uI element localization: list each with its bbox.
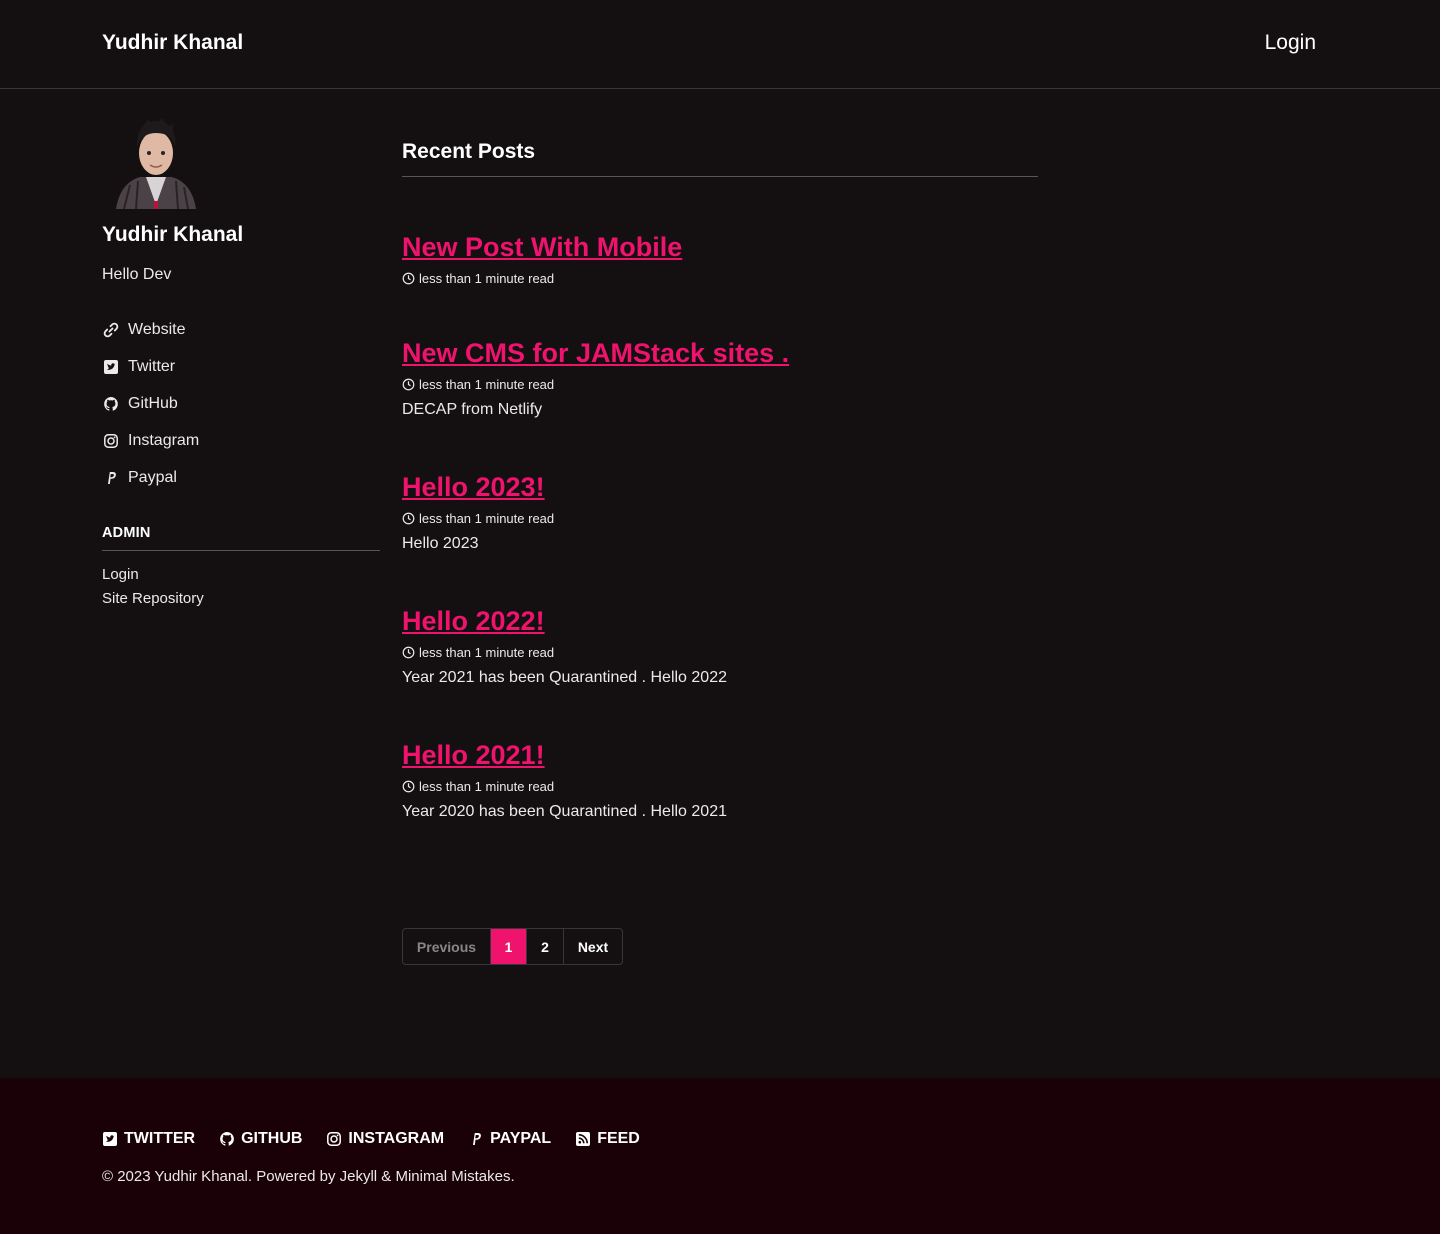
copyright-period: . <box>510 1168 515 1185</box>
clock-icon <box>402 272 415 285</box>
post-title-link[interactable]: Hello 2023! <box>402 472 545 503</box>
copyright: © 2023 Yudhir Khanal. Powered by Jekyll … <box>102 1168 515 1185</box>
post-meta: less than 1 minute read <box>402 511 1038 526</box>
post-item: Hello 2022! less than 1 minute read Year… <box>402 606 1038 687</box>
footer-link-label: Feed <box>597 1130 640 1147</box>
sidebar-nav-heading: ADMIN <box>102 525 380 551</box>
instagram-icon <box>327 1132 342 1146</box>
author-avatar <box>116 118 196 209</box>
post-item: New CMS for JAMStack sites . less than 1… <box>402 338 1038 419</box>
footer-link-instagram[interactable]: Instagram <box>326 1130 444 1148</box>
author-link-label: GitHub <box>128 394 178 412</box>
main-content: Recent Posts New Post With Mobile less t… <box>402 140 1038 821</box>
jekyll-link[interactable]: Jekyll <box>340 1168 378 1185</box>
clock-icon <box>402 780 415 793</box>
post-title-link[interactable]: Hello 2021! <box>402 740 545 771</box>
sidebar-nav-item-site-repository[interactable]: Site Repository <box>102 587 380 611</box>
read-time: less than 1 minute read <box>419 271 555 286</box>
pagination-page-1[interactable]: 1 <box>491 929 527 964</box>
author-bio: Hello Dev <box>102 266 172 283</box>
post-meta: less than 1 minute read <box>402 645 1038 660</box>
minimal-mistakes-link[interactable]: Minimal Mistakes <box>395 1168 510 1185</box>
author-name: Yudhir Khanal <box>102 223 244 246</box>
author-link-instagram[interactable]: Instagram <box>102 422 380 459</box>
footer-link-label: GitHub <box>241 1130 303 1147</box>
post-meta: less than 1 minute read <box>402 377 1038 392</box>
pagination-next[interactable]: Next <box>564 929 622 964</box>
read-time: less than 1 minute read <box>419 645 555 660</box>
instagram-icon <box>102 432 120 450</box>
paypal-icon <box>473 1133 482 1145</box>
sidebar-nav-list: Login Site Repository <box>102 563 380 611</box>
footer-link-label: Twitter <box>124 1130 196 1147</box>
author-link-label: Website <box>128 320 186 338</box>
read-time: less than 1 minute read <box>419 377 555 392</box>
clock-icon <box>402 378 415 391</box>
post-excerpt: Hello 2023 <box>402 535 479 552</box>
github-icon <box>102 395 120 413</box>
paypal-icon <box>102 469 120 487</box>
pagination-previous[interactable]: Previous <box>403 929 491 964</box>
masthead: Yudhir Khanal Login <box>0 0 1440 89</box>
post-title-link[interactable]: Hello 2022! <box>402 606 545 637</box>
twitter-square-icon <box>103 1132 117 1146</box>
footer-link-github[interactable]: GitHub <box>219 1130 302 1148</box>
author-link-twitter[interactable]: Twitter <box>102 348 380 385</box>
recent-posts-heading: Recent Posts <box>402 140 1038 177</box>
sidebar: Yudhir Khanal Hello Dev Website Twitter … <box>102 117 380 611</box>
footer-link-paypal[interactable]: Paypal <box>468 1130 551 1148</box>
post-meta: less than 1 minute read <box>402 779 1038 794</box>
post-meta: less than 1 minute read <box>402 271 1038 286</box>
post-excerpt: DECAP from Netlify <box>402 401 543 418</box>
link-icon <box>102 321 120 339</box>
site-title-link[interactable]: Yudhir Khanal <box>102 31 243 55</box>
post-item: Hello 2021! less than 1 minute read Year… <box>402 740 1038 821</box>
page-footer: Twitter GitHub Instagram Paypal Feed © 2… <box>0 1078 1440 1234</box>
author-links: Website Twitter GitHub Instagram Paypal <box>102 311 380 496</box>
author-link-github[interactable]: GitHub <box>102 385 380 422</box>
author-link-label: Paypal <box>128 468 177 486</box>
rss-icon <box>576 1132 591 1146</box>
footer-links: Twitter GitHub Instagram Paypal Feed <box>102 1130 664 1148</box>
post-item: Hello 2023! less than 1 minute read Hell… <box>402 472 1038 553</box>
author-link-label: Twitter <box>128 357 176 375</box>
copyright-text: © 2023 Yudhir Khanal. Powered by <box>102 1168 340 1185</box>
copyright-amp: & <box>377 1168 396 1185</box>
footer-link-label: Instagram <box>348 1130 445 1147</box>
author-link-label: Instagram <box>128 431 200 449</box>
github-icon <box>220 1132 234 1146</box>
read-time: less than 1 minute read <box>419 779 555 794</box>
author-link-paypal[interactable]: Paypal <box>102 459 380 496</box>
clock-icon <box>402 646 415 659</box>
post-item: New Post With Mobile less than 1 minute … <box>402 232 1038 286</box>
post-excerpt: Year 2021 has been Quarantined . Hello 2… <box>402 669 727 686</box>
footer-link-twitter[interactable]: Twitter <box>102 1130 195 1148</box>
footer-link-feed[interactable]: Feed <box>575 1130 640 1148</box>
clock-icon <box>402 512 415 525</box>
pagination: Previous 1 2 Next <box>402 928 623 965</box>
post-title-link[interactable]: New Post With Mobile <box>402 232 682 263</box>
twitter-square-icon <box>102 358 120 376</box>
pagination-page-2[interactable]: 2 <box>527 929 564 964</box>
author-link-website[interactable]: Website <box>102 311 380 348</box>
footer-link-label: Paypal <box>490 1130 552 1147</box>
post-excerpt: Year 2020 has been Quarantined . Hello 2… <box>402 803 727 820</box>
post-title-link[interactable]: New CMS for JAMStack sites . <box>402 338 789 369</box>
nav-login-link[interactable]: Login <box>1265 31 1316 55</box>
read-time: less than 1 minute read <box>419 511 555 526</box>
sidebar-nav-item-login[interactable]: Login <box>102 563 380 587</box>
